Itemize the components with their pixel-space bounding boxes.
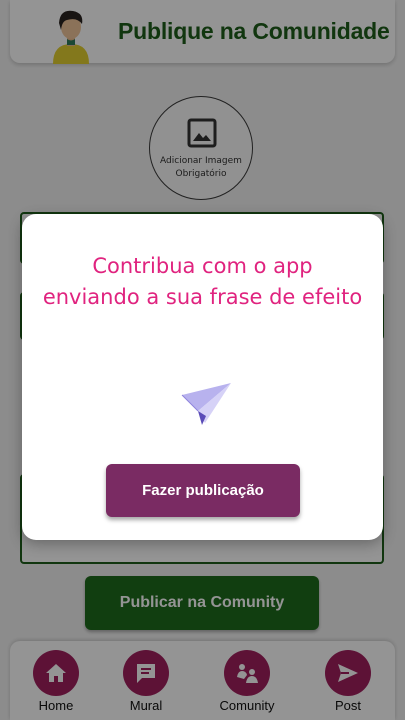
paper-plane-icon: [181, 383, 231, 425]
make-post-button[interactable]: Fazer publicação: [106, 464, 300, 517]
modal-message: Contribua com o app enviando a sua frase…: [42, 254, 363, 309]
contribution-modal: Contribua com o app enviando a sua frase…: [22, 214, 383, 540]
